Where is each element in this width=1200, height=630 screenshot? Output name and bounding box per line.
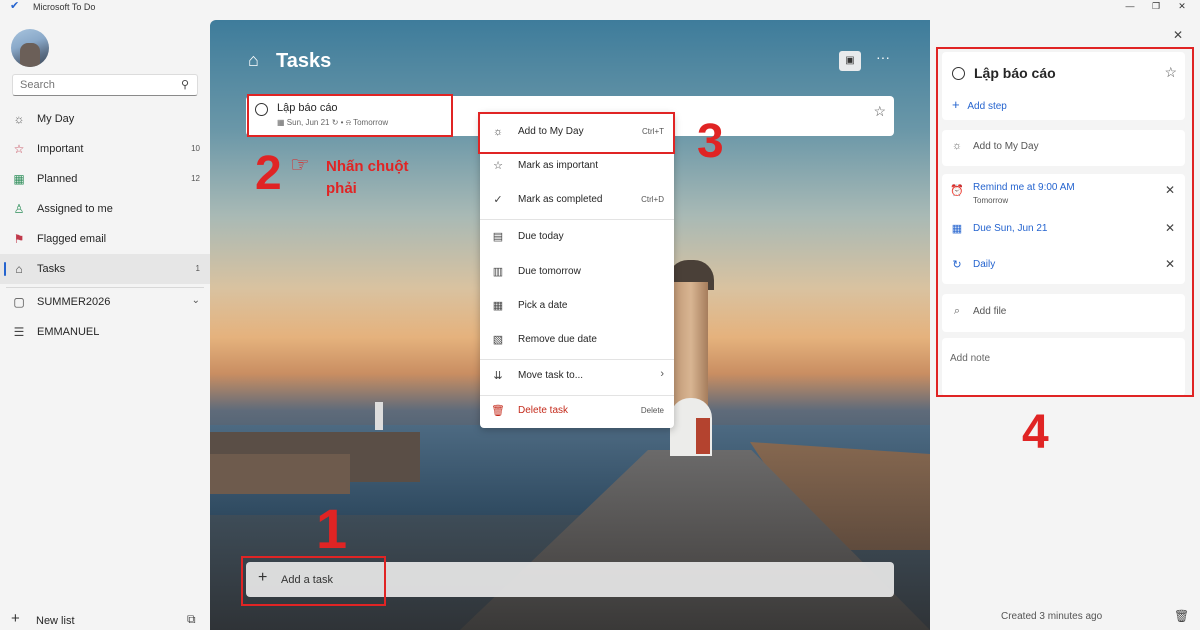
sidebar-item-label: My Day	[37, 113, 75, 125]
menu-label: Mark as completed	[518, 194, 603, 205]
trash-icon[interactable]: 🗑	[1174, 609, 1189, 623]
annotation-box-task	[247, 94, 453, 137]
new-group-icon[interactable]: ⧉	[187, 612, 196, 627]
menu-item-remove-due-date[interactable]: ▧ Remove due date	[480, 323, 674, 357]
task-list-pane: ⌂ Tasks ▣ ··· Lập báo cáo ▦ Sun, Jun 21 …	[210, 20, 930, 630]
context-menu: ☼ Add to My Day Ctrl+T ☆ Mark as importa…	[480, 113, 674, 428]
sidebar-item-important[interactable]: ☆ Important 10	[0, 134, 210, 164]
sidebar-item-emmanuel[interactable]: ☰ EMMANUEL	[0, 317, 210, 347]
star-icon[interactable]: ☆	[873, 103, 886, 120]
menu-item-pick-a-date[interactable]: ▦ Pick a date	[480, 289, 674, 323]
group-icon: ▢	[13, 295, 25, 309]
sidebar-item-flagged-email[interactable]: ⚑ Flagged email	[0, 224, 210, 254]
background-lighthouse-door	[696, 418, 710, 454]
calendar-pick-icon: ▦	[492, 300, 504, 312]
menu-shortcut: Ctrl+D	[641, 195, 664, 204]
annotation-box-add-task	[241, 556, 386, 606]
sidebar-item-assigned[interactable]: ♙ Assigned to me	[0, 194, 210, 224]
annotation-text-line: Nhấn chuột	[326, 158, 409, 175]
annotation-step-3: 3	[697, 115, 724, 168]
calendar-today-icon: ▤	[492, 231, 504, 243]
sun-icon: ☼	[13, 112, 25, 126]
sidebar-item-label: EMMANUEL	[37, 326, 100, 338]
menu-item-mark-completed[interactable]: ✓ Mark as completed Ctrl+D	[480, 183, 674, 217]
sidebar-item-label: SUMMER2026	[37, 296, 111, 308]
flag-icon: ⚑	[13, 232, 25, 246]
sidebar-item-planned[interactable]: ▦ Planned 12	[0, 164, 210, 194]
sidebar-item-label: Planned	[37, 173, 78, 185]
new-list-button[interactable]: + New list ⧉	[0, 610, 210, 630]
chevron-down-icon[interactable]: ⌄	[192, 295, 200, 306]
close-icon[interactable]: ✕	[1173, 28, 1183, 42]
annotation-step-4: 4	[1022, 406, 1049, 459]
created-timestamp: Created 3 minutes ago	[1001, 611, 1103, 622]
mouse-click-icon: ☞	[290, 152, 310, 177]
app-title: Microsoft To Do	[33, 2, 96, 12]
background-options-button[interactable]: ▣	[839, 51, 861, 71]
menu-label: Pick a date	[518, 300, 568, 311]
move-icon: ⇊	[493, 370, 503, 382]
plus-icon: +	[11, 610, 20, 627]
menu-item-move-task[interactable]: ⇊ Move task to... ›	[480, 359, 674, 393]
list-icon: ☰	[13, 325, 25, 339]
menu-item-mark-important[interactable]: ☆ Mark as important	[480, 149, 674, 183]
menu-label: Due tomorrow	[518, 266, 581, 277]
background-beacon	[375, 402, 383, 430]
count-badge: 12	[191, 174, 200, 183]
restore-button[interactable]: ❐	[1144, 0, 1168, 14]
annotation-box-menu	[478, 112, 675, 154]
star-icon: ☆	[493, 160, 503, 172]
search-input[interactable]	[20, 79, 170, 91]
minimize-button[interactable]: —	[1118, 0, 1142, 14]
search-icon[interactable]: ⚲	[181, 78, 189, 91]
sidebar-item-label: Important	[37, 143, 84, 155]
menu-label: Move task to...	[518, 370, 584, 381]
avatar[interactable]	[11, 29, 49, 67]
sidebar-item-label: Tasks	[37, 263, 66, 275]
count-badge: 10	[191, 144, 200, 153]
sidebar-group-summer2026[interactable]: ▢ SUMMER2026 ⌄	[0, 287, 210, 317]
home-icon: ⌂	[248, 50, 259, 70]
sidebar-item-label: Flagged email	[37, 233, 107, 245]
sidebar-item-my-day[interactable]: ☼ My Day	[0, 104, 210, 134]
title-bar: ✔ Microsoft To Do — ❐ ✕	[0, 0, 1200, 14]
annotation-step-1: 1	[316, 497, 348, 560]
menu-label: Due today	[518, 231, 564, 242]
star-icon: ☆	[13, 142, 25, 156]
more-options-icon[interactable]: ···	[876, 49, 890, 65]
person-icon: ♙	[13, 202, 25, 216]
home-icon: ⌂	[15, 262, 23, 276]
background-pier	[210, 454, 350, 494]
sidebar-item-tasks[interactable]: ⌂ Tasks 1	[0, 254, 210, 284]
count-badge: 1	[195, 264, 200, 273]
chevron-right-icon: ›	[660, 368, 664, 380]
close-window-button[interactable]: ✕	[1170, 0, 1194, 14]
search-box[interactable]: ⚲	[12, 74, 198, 96]
new-list-label: New list	[36, 615, 75, 627]
menu-shortcut: Delete	[640, 406, 664, 415]
check-circle-icon: ✓	[493, 194, 503, 206]
annotation-text-line: phải	[326, 180, 357, 197]
sidebar-item-label: Assigned to me	[37, 203, 113, 215]
menu-label: Delete task	[518, 405, 569, 416]
annotation-step-2: 2	[255, 147, 282, 200]
annotation-right-click-text: Nhấn chuột phải	[326, 156, 409, 200]
menu-label: Mark as important	[518, 160, 599, 171]
trash-icon: 🗑	[491, 405, 505, 417]
calendar-tomorrow-icon: ▥	[492, 266, 504, 278]
menu-item-due-today[interactable]: ▤ Due today	[480, 220, 674, 254]
menu-item-delete-task[interactable]: 🗑 Delete task Delete	[480, 394, 674, 428]
sidebar: ⚲ ☼ My Day ☆ Important 10 ▦ Planned 12 ♙…	[0, 14, 210, 630]
annotation-box-detail	[936, 47, 1194, 397]
menu-label: Remove due date	[518, 334, 597, 345]
menu-item-due-tomorrow[interactable]: ▥ Due tomorrow	[480, 255, 674, 289]
checkmark-icon: ✔	[10, 0, 20, 12]
page-title: Tasks	[276, 50, 332, 72]
calendar-remove-icon: ▧	[492, 334, 504, 346]
calendar-grid-icon: ▦	[13, 172, 25, 186]
